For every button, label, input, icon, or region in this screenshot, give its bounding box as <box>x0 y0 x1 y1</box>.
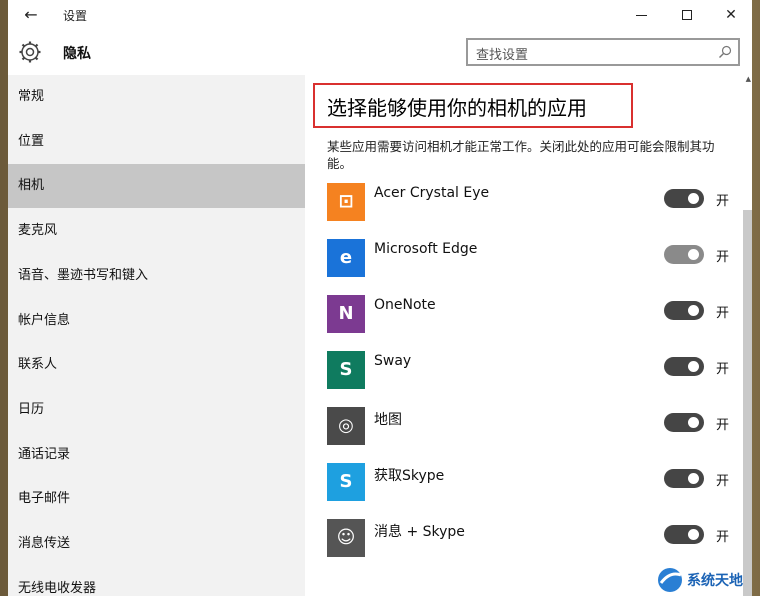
window-title: 设置 <box>63 9 88 23</box>
app-name: Sway <box>374 353 412 369</box>
sidebar-item[interactable]: 无线电收发器 <box>8 567 305 596</box>
app-icon: S <box>327 351 365 389</box>
app-toggle-switch[interactable] <box>664 413 704 432</box>
close-icon: ✕ <box>725 7 737 23</box>
app-name: 地图 <box>374 412 402 428</box>
minimize-button[interactable] <box>618 0 664 30</box>
sidebar-item[interactable]: 通话记录 <box>8 433 305 477</box>
toggle-state-label: 开 <box>716 530 730 545</box>
app-icon: ☺ <box>327 519 365 557</box>
app-icon: ⊡ <box>327 183 365 221</box>
toggle-knob <box>688 417 699 428</box>
search-placeholder: 查找设置 <box>476 48 529 63</box>
app-name: 获取Skype <box>374 468 445 484</box>
watermark-text: 系统天地 <box>687 573 743 589</box>
toggle-knob <box>688 529 699 540</box>
app-row: ⊡ Acer Crystal Eye 开 <box>327 183 737 223</box>
sidebar-item[interactable]: 常规 <box>8 75 305 119</box>
app-toggle-switch[interactable] <box>664 189 704 208</box>
toggle-state-label: 开 <box>716 250 730 265</box>
app-toggle-switch[interactable] <box>664 525 704 544</box>
toggle-knob <box>688 193 699 204</box>
app-icon: N <box>327 295 365 333</box>
app-name: 消息 + Skype <box>374 524 465 540</box>
toggle-knob <box>688 249 699 260</box>
search-icon[interactable] <box>718 45 732 59</box>
app-name: Microsoft Edge <box>374 241 478 257</box>
sidebar-item[interactable]: 位置 <box>8 120 305 164</box>
title-bar: ← 设置 ✕ <box>8 0 752 30</box>
main-content: 选择能够使用你的相机的应用 某些应用需要访问相机才能正常工作。关闭此处的应用可能… <box>305 75 752 596</box>
toggle-state-label: 开 <box>716 362 730 377</box>
gear-icon <box>19 41 41 63</box>
toggle-state-label: 开 <box>716 418 730 433</box>
watermark-logo: 系统天地 <box>655 565 760 595</box>
app-name: OneNote <box>374 297 436 313</box>
sidebar-item[interactable]: 消息传送 <box>8 522 305 566</box>
toggle-state-label: 开 <box>716 306 730 321</box>
toggle-knob <box>688 361 699 372</box>
sidebar-item[interactable]: 帐户信息 <box>8 299 305 343</box>
app-icon: e <box>327 239 365 277</box>
app-row: ☺ 消息 + Skype 开 <box>327 519 737 559</box>
maximize-button[interactable] <box>664 0 710 30</box>
sidebar-item[interactable]: 联系人 <box>8 343 305 387</box>
section-description: 某些应用需要访问相机才能正常工作。关闭此处的应用可能会限制其功能。 <box>327 139 715 171</box>
sidebar: 常规 位置 相机 麦克风 语音、墨迹书写和键入 帐户信息 联系人 日历 通话记录 电子邮件 消息传送… <box>8 75 305 596</box>
sidebar-item[interactable]: 日历 <box>8 388 305 432</box>
sidebar-item[interactable]: 语音、墨迹书写和键入 <box>8 254 305 298</box>
app-row: N OneNote 开 <box>327 295 737 335</box>
app-name: Acer Crystal Eye <box>374 185 490 201</box>
heading-highlight: 选择能够使用你的相机的应用 <box>313 83 633 128</box>
toggle-state-label: 开 <box>716 474 730 489</box>
sidebar-item[interactable]: 相机 <box>8 164 305 209</box>
app-row: S Sway 开 <box>327 351 737 391</box>
sidebar-item[interactable]: 电子邮件 <box>8 477 305 521</box>
close-button[interactable]: ✕ <box>708 0 752 30</box>
toggle-state-label: 开 <box>716 194 730 209</box>
maximize-icon <box>682 10 692 20</box>
app-icon: S <box>327 463 365 501</box>
app-row: S 获取Skype 开 <box>327 463 737 503</box>
toggle-knob <box>688 305 699 316</box>
page-title: 隐私 <box>63 46 91 62</box>
app-row: e Microsoft Edge 开 <box>327 239 737 279</box>
app-toggle-switch[interactable] <box>664 357 704 376</box>
app-toggle-switch[interactable] <box>664 245 704 264</box>
app-toggle-switch[interactable] <box>664 469 704 488</box>
scrollbar[interactable] <box>743 210 752 596</box>
app-row: ◎ 地图 开 <box>327 407 737 447</box>
back-button[interactable]: ← <box>18 5 44 25</box>
app-icon: ◎ <box>327 407 365 445</box>
section-heading: 选择能够使用你的相机的应用 <box>327 96 587 120</box>
app-toggle-switch[interactable] <box>664 301 704 320</box>
arrow-left-icon: ← <box>24 5 38 24</box>
toggle-knob <box>688 473 699 484</box>
scroll-up-arrow-icon[interactable]: ▲ <box>746 75 751 83</box>
settings-window: ← 设置 ✕ 隐私 查找设置 常规 位置 相机 麦克风 语音、墨迹书写和键入 帐户信息 <box>8 0 752 596</box>
sidebar-item[interactable]: 麦克风 <box>8 209 305 253</box>
watermark-icon <box>658 568 682 592</box>
page-header: 隐私 查找设置 <box>8 30 752 75</box>
minimize-icon <box>635 14 647 16</box>
search-input[interactable]: 查找设置 <box>466 38 740 66</box>
